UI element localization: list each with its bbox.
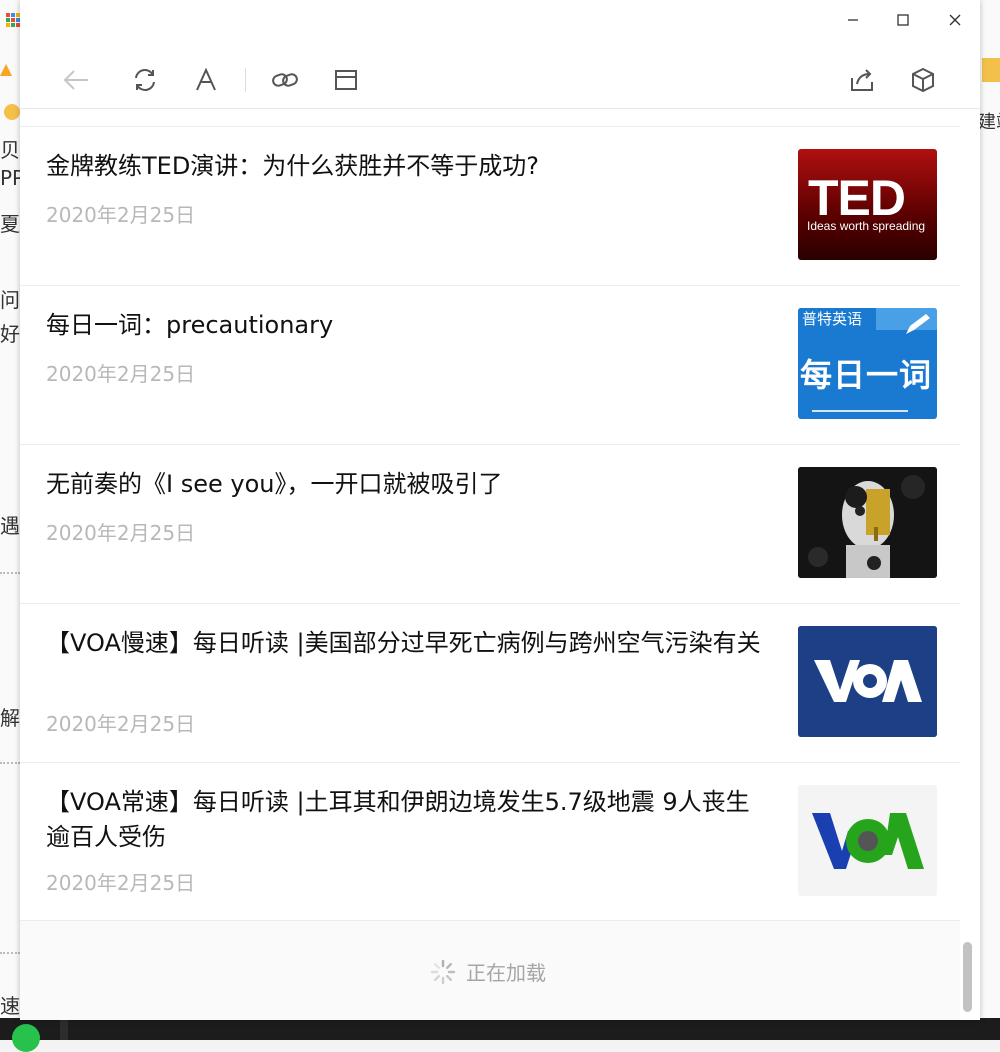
- maximize-button[interactable]: [890, 8, 916, 32]
- folder-icon: [982, 58, 1000, 82]
- bg-text-4: 问题: [0, 288, 22, 312]
- back-button[interactable]: [58, 62, 94, 98]
- pencil-icon: [906, 314, 930, 334]
- cube-icon: [912, 67, 934, 93]
- ted-tagline: Ideas worth spreading: [807, 219, 926, 233]
- article-date: 2020年2月25日: [46, 871, 196, 895]
- bg-text-2: PPI: [0, 166, 22, 190]
- article-thumbnail[interactable]: TED Ideas worth spreading: [798, 149, 937, 260]
- window-mode-button[interactable]: [328, 62, 364, 98]
- reader-window: 金牌教练TED演讲：为什么获胜并不等于成功? 2020年2月25日 TED Id…: [20, 0, 980, 1020]
- close-button[interactable]: [942, 8, 968, 32]
- bg-text-3: 夏: [0, 212, 20, 236]
- loading-text: 正在加载: [466, 961, 546, 985]
- scrollbar-thumb[interactable]: [963, 942, 972, 1012]
- article-item[interactable]: 无前奏的《I see you》，一开口就被吸引了 2020年2月25日: [20, 444, 960, 603]
- article-item[interactable]: 【VOA慢速】每日听读 |美国部分过早死亡病例与跨州空气污染有关 2020年2月…: [20, 603, 960, 762]
- article-item[interactable]: 金牌教练TED演讲：为什么获胜并不等于成功? 2020年2月25日 TED Id…: [20, 126, 960, 285]
- article-title[interactable]: 金牌教练TED演讲：为什么获胜并不等于成功?: [46, 149, 766, 184]
- spinner-icon: [430, 959, 456, 984]
- article-thumbnail[interactable]: [798, 467, 937, 578]
- app-badge-icon: [4, 104, 20, 120]
- title-bar: [20, 0, 980, 40]
- bg-text-5: 好如: [0, 322, 22, 346]
- article-title[interactable]: 【VOA常速】每日听读 |土耳其和伊朗边境发生5.7级地震 9人丧生逾百人受伤: [46, 785, 766, 855]
- article-thumbnail[interactable]: 普特英语 每日一词: [798, 308, 937, 419]
- refresh-icon: [135, 69, 155, 91]
- maximize-icon: [897, 14, 909, 26]
- bg-text-6: 遇到: [0, 514, 22, 538]
- article-thumbnail[interactable]: [798, 785, 937, 896]
- app-grid-icon: [6, 12, 20, 27]
- link-icon: [272, 73, 298, 87]
- window-icon: [335, 70, 357, 90]
- bg-text-1: 贝: [0, 138, 20, 162]
- minimize-icon: [848, 19, 858, 21]
- puter-badge: 普特英语: [798, 308, 876, 330]
- article-date: 2020年2月25日: [46, 203, 196, 227]
- background-app-left: 贝 PPI 夏 问题 好如 遇到 解 速: [0, 0, 22, 1020]
- bg-right-text: 建站: [978, 112, 1000, 133]
- loading-indicator: 正在加载: [430, 957, 546, 986]
- list-footer: 正在加载: [20, 920, 960, 1020]
- article-thumbnail[interactable]: [798, 626, 937, 737]
- share-button[interactable]: [844, 62, 880, 98]
- bg-text-8: 速: [0, 994, 20, 1018]
- minimize-button[interactable]: [840, 8, 866, 32]
- article-item[interactable]: 【VOA常速】每日听读 |土耳其和伊朗边境发生5.7级地震 9人丧生逾百人受伤 …: [20, 762, 960, 921]
- background-app-right: 建站: [978, 0, 1000, 1020]
- share-icon: [851, 69, 873, 91]
- back-arrow-icon: [63, 70, 88, 90]
- article-title[interactable]: 【VOA慢速】每日听读 |美国部分过早死亡病例与跨州空气污染有关: [46, 626, 766, 661]
- font-button[interactable]: [188, 62, 224, 98]
- warning-icon: [0, 62, 12, 76]
- refresh-button[interactable]: [127, 62, 163, 98]
- article-date: 2020年2月25日: [46, 521, 196, 545]
- word-title: 每日一词: [800, 356, 933, 394]
- toolbar: [20, 50, 980, 109]
- taskbar: [0, 1018, 1000, 1052]
- article-title[interactable]: 无前奏的《I see you》，一开口就被吸引了: [46, 467, 766, 502]
- link-button[interactable]: [267, 62, 303, 98]
- artwork-image: [798, 467, 937, 578]
- bg-text-7: 解: [0, 706, 20, 730]
- article-date: 2020年2月25日: [46, 362, 196, 386]
- voa-logo: [798, 626, 937, 737]
- taskbar-app-icon[interactable]: [12, 1024, 40, 1052]
- close-icon: [949, 14, 961, 26]
- article-title[interactable]: 每日一词：precautionary: [46, 308, 766, 343]
- cube-button[interactable]: [905, 62, 941, 98]
- voa-logo: [798, 785, 937, 896]
- article-date: 2020年2月25日: [46, 712, 196, 736]
- article-item[interactable]: 每日一词：precautionary 2020年2月25日 普特英语 每日一词: [20, 285, 960, 444]
- font-icon: [196, 68, 216, 91]
